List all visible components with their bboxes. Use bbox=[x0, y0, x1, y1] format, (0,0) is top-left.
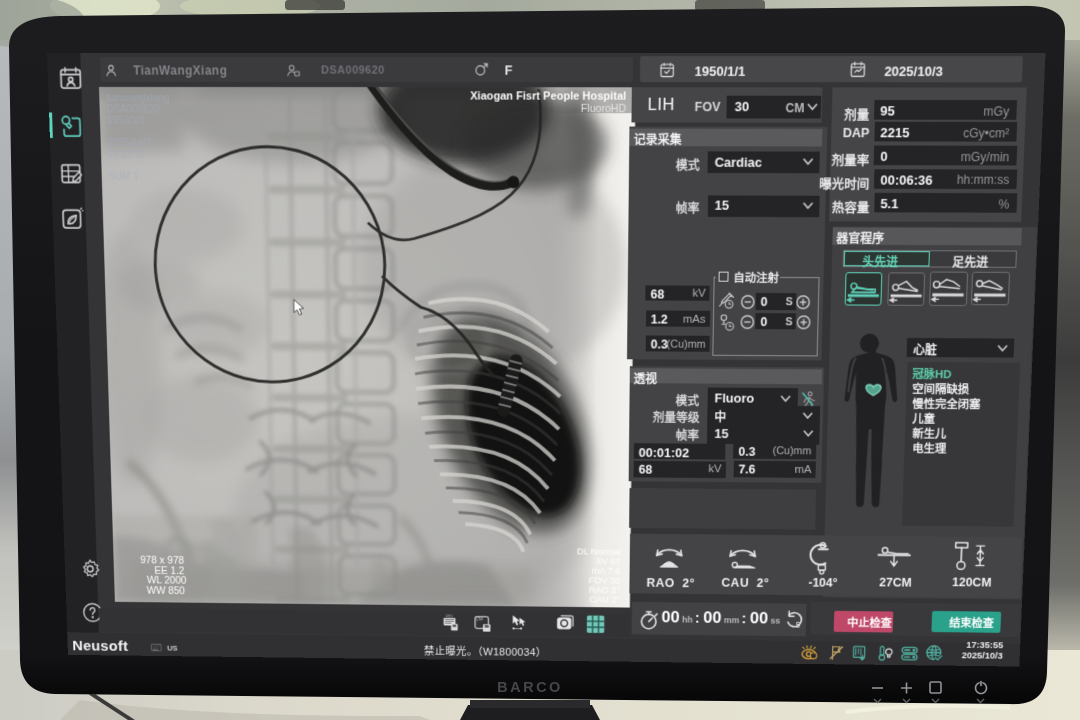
svg-text:WW 850: WW 850 bbox=[147, 585, 186, 597]
svg-text:BARCO: BARCO bbox=[497, 680, 563, 696]
svg-text:17:27:31: 17:27:31 bbox=[108, 150, 147, 161]
svg-text:2025/10/3: 2025/10/3 bbox=[107, 138, 151, 149]
svg-text:SUM 1: SUM 1 bbox=[108, 172, 139, 183]
svg-text:5: 5 bbox=[795, 620, 800, 630]
svg-text:Xiaogan Fisrt People Hospital: Xiaogan Fisrt People Hospital bbox=[470, 91, 626, 103]
svg-text:CAU 2°: CAU 2° bbox=[589, 595, 620, 606]
svg-text:REF: REF bbox=[446, 613, 454, 618]
svg-text:DSA009620: DSA009620 bbox=[106, 105, 160, 116]
svg-text:1950/1/1: 1950/1/1 bbox=[107, 116, 146, 127]
svg-text:tianwangxiang: tianwangxiang bbox=[106, 93, 169, 104]
svg-text:CM: CM bbox=[476, 617, 483, 623]
svg-text:FluoroHD: FluoroHD bbox=[581, 103, 627, 115]
